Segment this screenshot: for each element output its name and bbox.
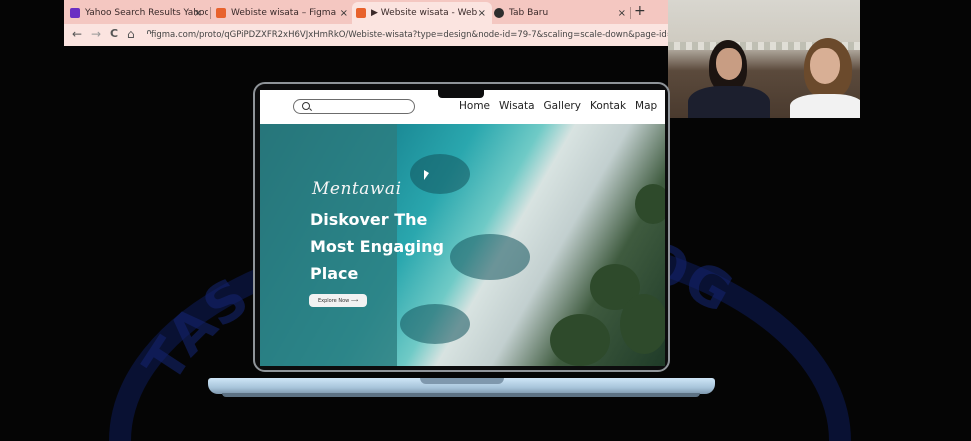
nav-link-kontak[interactable]: Kontak: [590, 100, 626, 112]
hero-heading-line: Place: [310, 264, 359, 283]
tab-strip: Yahoo Search Results Yahoo - Ca × Webist…: [64, 0, 670, 24]
nav-link-home[interactable]: Home: [459, 100, 490, 112]
home-button[interactable]: ⌂: [127, 27, 135, 41]
hero-heading-line: Most Engaging: [310, 237, 445, 256]
search-icon: [302, 102, 310, 110]
tab-website-wisata[interactable]: ▶ Website wisata - Webiste wisa ×: [352, 2, 492, 24]
close-tab-icon[interactable]: ×: [478, 8, 486, 19]
website-prototype-screen: Home Wisata Gallery Kontak Map Mentawai …: [260, 90, 665, 366]
reload-button[interactable]: C: [110, 27, 118, 40]
close-tab-icon[interactable]: ×: [618, 8, 626, 19]
palm-tree: [620, 294, 665, 354]
nav-link-map[interactable]: Map: [635, 100, 657, 112]
person-left-face: [716, 48, 742, 80]
figma-favicon-icon: [216, 8, 226, 18]
tab-divider: [630, 7, 631, 19]
reef-shape: [410, 154, 470, 194]
yahoo-favicon-icon: [70, 8, 80, 18]
tab-title: Tab Baru: [509, 8, 549, 18]
palm-tree: [635, 184, 665, 224]
address-bar: ← → C ⌂ figma.com/proto/qGPiPDZXFR2xH6VJ…: [64, 24, 670, 46]
person-right-face: [810, 48, 840, 84]
reef-shape: [400, 304, 470, 344]
tab-divider: [210, 7, 211, 19]
explore-now-button[interactable]: Explore Now ⟶: [309, 294, 367, 307]
tab-title: Webiste wisata – Figma: [231, 8, 337, 18]
person-right-body: [790, 94, 860, 118]
chrome-favicon-icon: [494, 8, 504, 18]
laptop-camera-notch: [438, 90, 484, 98]
hero-heading: Diskover The Most Engaging Place: [310, 206, 480, 287]
person-left-body: [688, 86, 770, 118]
nav-link-gallery[interactable]: Gallery: [544, 100, 581, 112]
mouse-cursor-icon: [424, 170, 429, 180]
close-tab-icon[interactable]: ×: [340, 8, 348, 19]
tab-title: ▶ Website wisata - Webiste wisa: [371, 8, 477, 18]
webcam-video-tile: [668, 0, 860, 118]
browser-window: Yahoo Search Results Yahoo - Ca × Webist…: [64, 0, 670, 46]
tab-figma[interactable]: Webiste wisata – Figma ×: [214, 2, 354, 24]
tab-yahoo[interactable]: Yahoo Search Results Yahoo - Ca ×: [70, 2, 208, 24]
hero-heading-line: Diskover The: [310, 210, 428, 229]
url-input[interactable]: figma.com/proto/qGPiPDZXFR2xH6VJxHmRkO/W…: [144, 27, 670, 43]
new-tab-button[interactable]: +: [634, 3, 646, 19]
tab-new-tab[interactable]: Tab Baru ×: [490, 2, 632, 24]
nav-link-wisata[interactable]: Wisata: [499, 100, 535, 112]
close-tab-icon[interactable]: ×: [194, 8, 202, 19]
back-button[interactable]: ←: [72, 27, 82, 41]
hero-location-script: Mentawai: [312, 179, 402, 199]
palm-tree: [550, 314, 610, 366]
laptop-base-opening: [420, 378, 504, 384]
site-search-input[interactable]: [293, 99, 415, 114]
url-text: figma.com/proto/qGPiPDZXFR2xH6VJxHmRkO/W…: [151, 30, 670, 40]
site-nav-links: Home Wisata Gallery Kontak Map: [459, 100, 657, 112]
laptop-base-foot: [222, 393, 700, 397]
forward-button[interactable]: →: [91, 27, 101, 41]
figma-favicon-icon: [356, 8, 366, 18]
tab-title: Yahoo Search Results Yahoo - Ca: [85, 8, 208, 18]
